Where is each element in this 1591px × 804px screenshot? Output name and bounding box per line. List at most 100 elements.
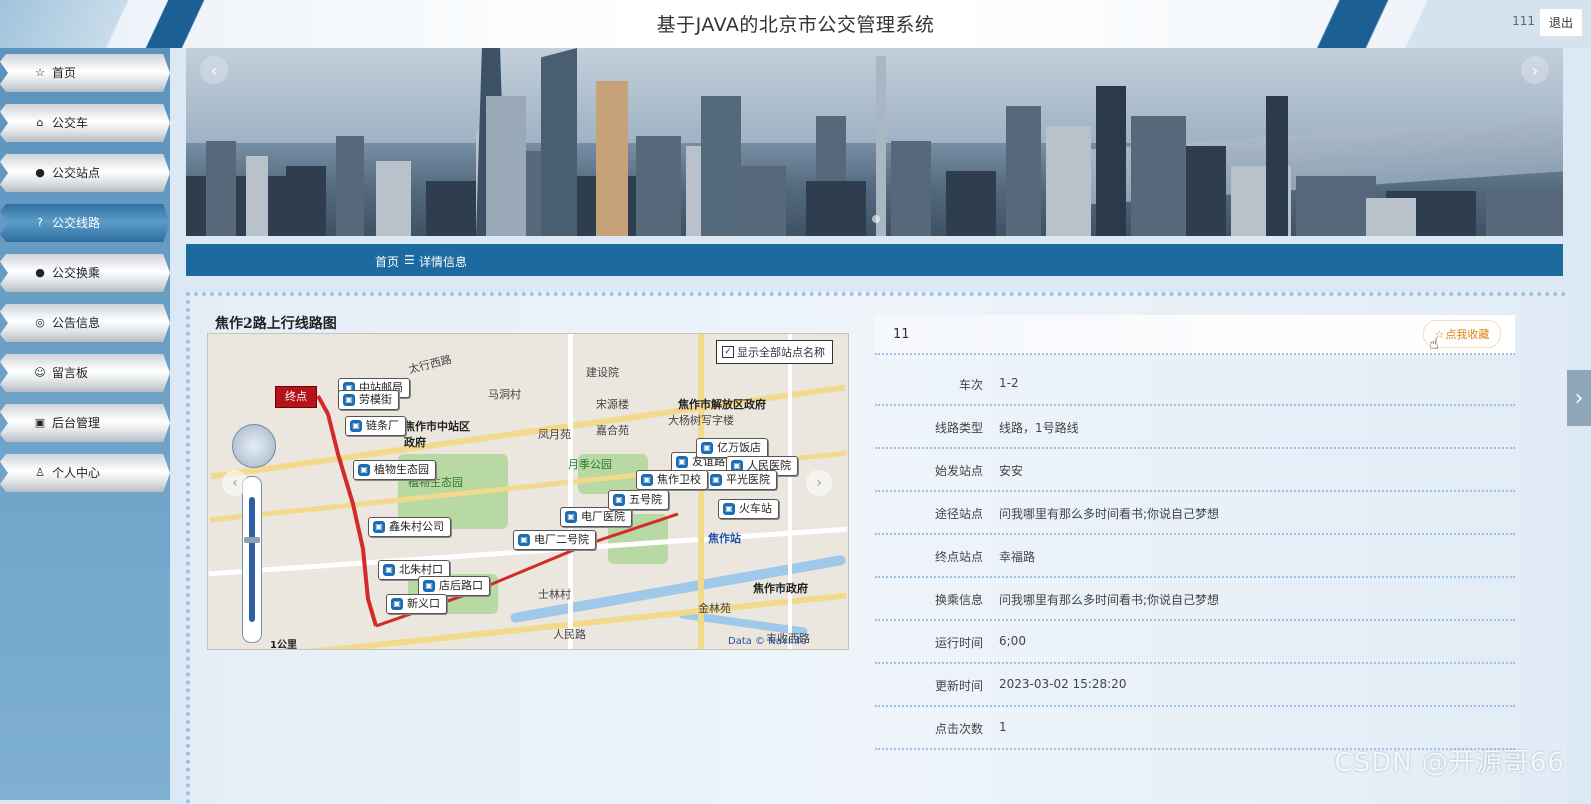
detail-key: 点击次数	[934, 722, 983, 736]
detail-id: 11	[893, 327, 910, 342]
detail-value: 线路，1号路线	[999, 421, 1079, 435]
bus-stop-label[interactable]: ▣ 五号院	[608, 490, 669, 510]
sidebar-item-label: 公告信息	[52, 316, 101, 330]
carousel-indicator[interactable]	[872, 215, 880, 223]
globe-icon: ◎	[35, 316, 45, 329]
star-icon: ☆	[35, 66, 45, 79]
logout-button[interactable]: 退出	[1539, 8, 1583, 37]
bus-stop-label[interactable]: ▣ 平光医院	[705, 470, 777, 490]
bus-stop-label[interactable]: ▣ 火车站	[718, 499, 779, 519]
detail-row: 始发站点 安安	[875, 449, 1515, 492]
map-place-label: 人民路	[553, 628, 586, 641]
help-icon: ?	[37, 216, 43, 229]
sidebar-item-label: 公交车	[52, 116, 89, 130]
map-place-label: 焦作市解放区政府	[678, 398, 766, 411]
sidebar-item-bus-route[interactable]: ? 公交线路	[0, 198, 170, 248]
detail-row: 车次 1-2	[875, 363, 1515, 406]
map-place-label: 士林村	[538, 588, 571, 601]
bus-stop-label[interactable]: ▣ 植物生态园	[353, 460, 436, 480]
detail-value: 1-2	[999, 376, 1019, 390]
map-place-label: 宋源楼	[596, 398, 629, 411]
bus-icon: ▣	[518, 534, 530, 546]
sidebar-item-label: 留言板	[52, 366, 89, 380]
sidebar-item-label: 后台管理	[52, 416, 101, 430]
show-all-stops-toggle[interactable]: ✓ 显示全部站点名称	[716, 340, 833, 364]
zoom-slider-thumb[interactable]	[244, 537, 260, 543]
map-place-label: 马洞村	[488, 388, 521, 401]
bus-icon: ▣	[701, 442, 713, 454]
breadcrumb-current: 详情信息	[419, 255, 468, 269]
bus-stop-label[interactable]: ▣ 劳模街	[338, 390, 399, 410]
bus-icon: ▣	[710, 474, 722, 486]
map-place-label: 月季公园	[568, 458, 612, 471]
current-user: 111	[1512, 14, 1535, 28]
detail-value: 2023-03-02 15:28:20	[999, 677, 1127, 691]
detail-key: 车次	[958, 378, 983, 392]
bus-stop-label[interactable]: ▣ 电厂医院	[560, 507, 632, 527]
side-expand-tab[interactable]: ›	[1567, 370, 1591, 426]
sidebar-item-notice[interactable]: ◎ 公告信息	[0, 298, 170, 348]
sidebar-item-transfer[interactable]: ● 公交换乘	[0, 248, 170, 298]
map-zoom-slider[interactable]	[242, 476, 262, 643]
bus-icon: ▣	[358, 464, 370, 476]
sidebar-item-label: 个人中心	[52, 466, 101, 480]
sidebar-item-bus[interactable]: ⌂ 公交车	[0, 98, 170, 148]
bus-icon: ▣	[676, 456, 688, 468]
checkbox-checked-icon: ✓	[722, 346, 734, 358]
map-next-button[interactable]: ›	[806, 470, 832, 496]
sidebar-item-admin[interactable]: ▣ 后台管理	[0, 398, 170, 448]
bus-icon: ▣	[565, 511, 577, 523]
banner-next-button[interactable]: ›	[1521, 56, 1549, 84]
watermark: CSDN @开源哥66	[1334, 748, 1565, 778]
bus-stop-label[interactable]: ▣ 链条厂	[345, 416, 406, 436]
top-header: 基于JAVA的北京市公交管理系统 111 退出	[0, 0, 1591, 48]
bus-icon: ▣	[391, 598, 403, 610]
map-copyright: Data © NavInfo	[728, 636, 807, 647]
bus-stop-label[interactable]: ▣ 亿万饭店	[696, 438, 768, 458]
detail-value: 问我哪里有那么多时间看书;你说自己梦想	[999, 507, 1220, 521]
hand-cursor-icon: ☝	[1429, 334, 1439, 353]
sidebar-item-bus-stop[interactable]: ● 公交站点	[0, 148, 170, 198]
detail-value: 1	[999, 720, 1007, 734]
map-place-label: 焦作市政府	[753, 582, 808, 595]
info-icon: ●	[35, 266, 45, 279]
bus-stop-label[interactable]: ▣ 店后路口	[418, 576, 490, 596]
bus-icon: ▣	[641, 474, 653, 486]
banner-prev-button[interactable]: ‹	[200, 56, 228, 84]
detail-row: 运行时间 6;00	[875, 621, 1515, 664]
detail-value: 幸福路	[999, 550, 1036, 564]
app-title: 基于JAVA的北京市公交管理系统	[656, 14, 935, 36]
breadcrumb-separator-icon: ☰	[404, 253, 415, 267]
sidebar-item-home[interactable]: ☆ 首页	[0, 48, 170, 98]
detail-value: 安安	[999, 464, 1024, 478]
bus-icon: ▣	[723, 503, 735, 515]
map-pan-control[interactable]	[232, 424, 276, 468]
bus-stop-label[interactable]: ▣ 焦作卫校	[636, 470, 708, 490]
alert-icon: ●	[35, 166, 45, 179]
breadcrumb: 首页 ☰ 详情信息	[186, 244, 1563, 276]
bus-icon: ▣	[373, 521, 385, 533]
map-place-label: 焦作站	[708, 532, 741, 545]
detail-header: 11 ☆ 点我收藏	[875, 315, 1515, 355]
detail-row: 途径站点 问我哪里有那么多时间看书;你说自己梦想	[875, 492, 1515, 535]
detail-key: 运行时间	[934, 636, 983, 650]
route-line	[316, 395, 679, 628]
route-end-marker: 终点	[275, 386, 317, 408]
breadcrumb-home[interactable]: 首页	[375, 253, 399, 270]
sidebar-item-profile[interactable]: ♙ 个人中心	[0, 448, 170, 498]
bus-stop-label[interactable]: ▣ 新义口	[386, 594, 447, 614]
detail-key: 途径站点	[934, 507, 983, 521]
bus-stop-label[interactable]: ▣ 电厂二号院	[513, 530, 596, 550]
sidebar-item-label: 首页	[52, 66, 77, 80]
map-place-label: 焦作市中站区政府	[404, 420, 470, 449]
sidebar-item-message-board[interactable]: ☺ 留言板	[0, 348, 170, 398]
detail-key: 始发站点	[934, 464, 983, 478]
bus-stop-label[interactable]: ▣ 鑫朱村公司	[368, 517, 451, 537]
sidebar: ☆ 首页 ⌂ 公交车 ● 公交站点 ? 公交线路 ● 公交换乘 ◎ 公告信息 ☺ 留言板 ▣ 后…	[0, 48, 170, 800]
route-map: 太行西路 马洞村 建设院 宋源楼 焦作市解放区政府 大杨树写字楼 焦作市中站区政…	[207, 333, 849, 650]
detail-key: 线路类型	[934, 421, 983, 435]
bus-icon: ▣	[383, 564, 395, 576]
detail-row: 终点站点 幸福路	[875, 535, 1515, 578]
map-prev-button[interactable]: ‹	[222, 470, 248, 496]
detail-key: 终点站点	[934, 550, 983, 564]
